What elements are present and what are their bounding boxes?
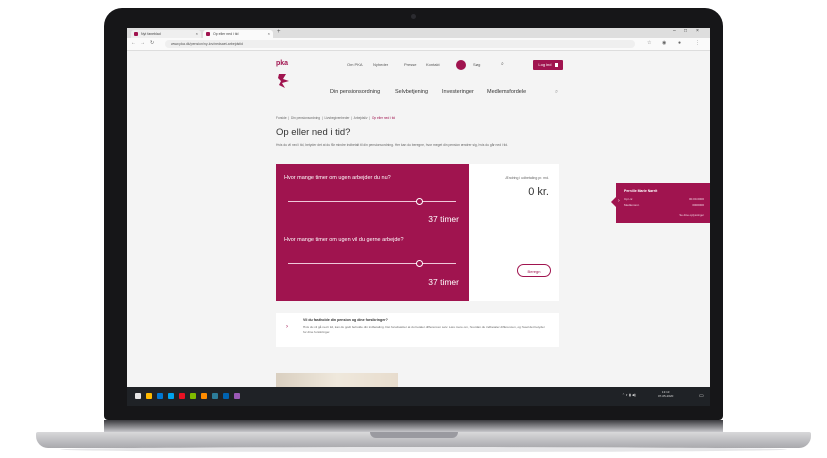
breadcrumb: Forside | Din pensionsordning | Livsbegi… [276,116,396,120]
desired-hours-slider[interactable] [288,263,456,264]
chat-bubble-icon[interactable] [455,59,467,71]
desired-hours-slider-thumb[interactable] [415,260,423,267]
top-nav-item[interactable]: Om PKA [347,62,363,67]
breadcrumb-item[interactable]: Arbejdsliv [354,116,368,120]
breadcrumb-current: Op eller ned i tid [371,116,396,120]
result-value: 0 kr. [528,186,549,198]
taskbar-mail-icon[interactable] [223,393,229,399]
top-nav-item[interactable]: Kontakt [426,62,440,67]
extensions-icon[interactable]: ◉ [662,40,666,46]
taskbar-search-icon[interactable] [146,393,152,399]
main-nav-search-icon[interactable]: ⌕ [555,89,558,96]
laptop-shadow [60,447,787,452]
chevron-right-icon: › [286,324,288,330]
laptop-base-notch [370,432,458,438]
current-hours-slider[interactable] [288,201,456,202]
taskbar-app-icon[interactable] [212,393,218,399]
bookmark-star-icon[interactable]: ☆ [647,40,651,46]
new-tab-button[interactable]: + [277,29,281,35]
intro-text: Hvis du vil ned i tid, betyder det at du… [276,143,509,147]
info-box[interactable]: › Vil du fastholde din pension og dine f… [276,313,559,347]
current-hours-slider-thumb[interactable] [415,198,423,205]
back-icon[interactable]: ← [131,40,136,46]
breadcrumb-item[interactable]: Livsbegivenheder [324,116,349,120]
desired-hours-value: 37 timer [428,277,459,287]
browser-tab-active[interactable]: Op eller ned i tid × [203,30,273,38]
favicon-icon [206,32,210,36]
taskbar-teams-icon[interactable] [234,393,240,399]
member-row: Cpr-nr. 00.00.0000 [624,197,704,201]
laptop-screen: Nyt faneblad × Op eller ned i tid × + – … [127,28,710,406]
info-title: Vil du fastholde din pension og dine for… [303,318,388,322]
logo[interactable]: pka [276,60,288,67]
login-button[interactable]: Log ind [533,60,563,70]
main-nav-item[interactable]: Din pensionsordning [330,89,380,95]
favicon-icon [134,32,138,36]
close-tab-icon[interactable]: × [196,30,198,38]
calculator-panel: Hvor mange timer om ugen arbejder du nu?… [276,164,475,301]
question-current-hours: Hvor mange timer om ugen arbejder du nu? [284,175,391,181]
taskbar-task-view-icon[interactable] [157,393,163,399]
main-nav-item[interactable]: Selvbetjening [395,89,428,95]
member-name: Pernille Marie Nørrit [624,189,658,193]
logo-mark-icon [278,74,289,88]
search-icon[interactable]: ⌕ [501,61,504,67]
top-nav-item[interactable]: Presse [404,62,416,67]
address-bar: ← → ↻ www.pka.dk/pension/ny-lov/nedsaet-… [127,38,710,51]
close-window-icon[interactable]: × [696,28,699,34]
article-image [276,373,398,387]
calculate-button[interactable]: Beregn [517,264,551,277]
breadcrumb-item[interactable]: Forside [276,116,287,120]
browser-tab[interactable]: Nyt faneblad × [131,30,201,38]
member-card-pointer [611,197,616,207]
member-card[interactable]: › Pernille Marie Nørrit Cpr-nr. 00.00.00… [611,183,710,223]
main-nav-item[interactable]: Investeringer [442,89,474,95]
info-text: Hvis du vil gå ned i tid, kan du godt be… [303,325,545,334]
page-title: Op eller ned i tid? [276,127,351,138]
forward-icon[interactable]: → [140,40,145,46]
clock[interactable]: 13:13 07-05-2020 [658,390,673,398]
browser-tab-bar: Nyt faneblad × Op eller ned i tid × + – … [127,28,710,38]
member-card-link[interactable]: Se dine oplysninger [624,213,704,217]
member-row: Medlemsnr. 0000000 [624,203,704,207]
reload-icon[interactable]: ↻ [150,40,154,46]
top-nav-item[interactable]: Nyheder [373,62,388,67]
url-input[interactable]: www.pka.dk/pension/ny-lov/nedsaet-arbejd… [165,40,635,48]
browser-menu-icon[interactable]: ⋮ [695,40,700,46]
lock-icon [554,62,558,67]
main-nav-item[interactable]: Medlemsfordele [487,89,526,95]
maximize-icon[interactable]: □ [684,28,687,34]
chevron-left-icon[interactable]: › [618,198,620,204]
taskbar-start-icon[interactable] [135,393,141,399]
search-link[interactable]: Søg [473,62,480,67]
web-page: pka Om PKA Nyheder Presse Kontakt Søg ⌕ … [127,51,710,387]
laptop-hinge [104,420,723,432]
minimize-icon[interactable]: – [673,28,676,34]
result-label: Ændring i udbetaling pr. md. [505,176,549,180]
taskbar-files-icon[interactable] [190,393,196,399]
system-tray-icons[interactable]: ⌃ ◐ ▮ ◀) [622,393,636,397]
question-desired-hours: Hvor mange timer om ugen vil du gerne ar… [284,237,404,243]
taskbar: ⌃ ◐ ▮ ◀) 13:13 07-05-2020 ▭ [127,387,710,406]
current-hours-value: 37 timer [428,214,459,224]
close-tab-icon[interactable]: × [268,30,270,38]
webcam [411,14,416,19]
result-panel: Ændring i udbetaling pr. md. 0 kr. Bereg… [469,164,559,301]
taskbar-chrome-icon[interactable] [179,393,185,399]
breadcrumb-item[interactable]: Din pensionsordning [291,116,320,120]
notification-icon[interactable]: ▭ [699,393,704,399]
taskbar-edge-icon[interactable] [168,393,174,399]
taskbar-office-icon[interactable] [201,393,207,399]
profile-icon[interactable]: ● [678,40,681,46]
